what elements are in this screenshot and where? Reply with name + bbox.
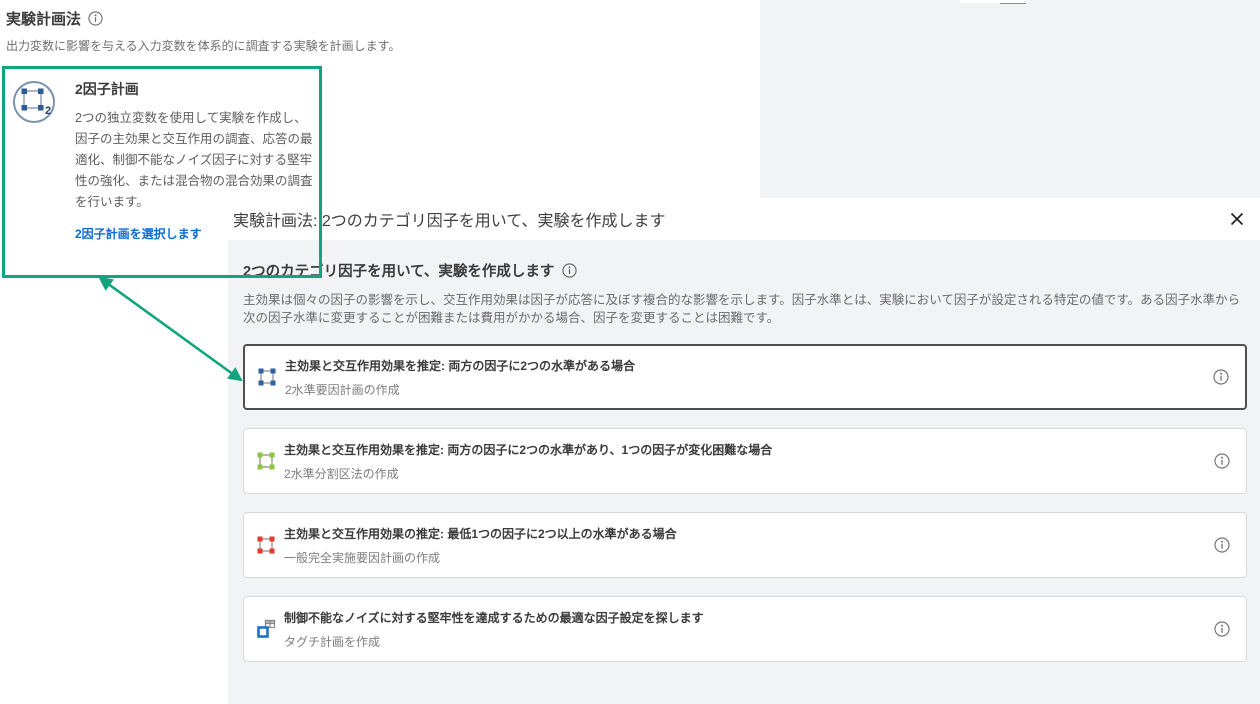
info-icon[interactable] [562, 263, 577, 278]
page-header: 実験計画法 [6, 8, 103, 29]
option-subtitle: 2水準分割区法の作成 [284, 465, 772, 482]
dialog-body: 2つのカテゴリ因子を用いて、実験を作成します 主効果は個々の因子の影響を示し、交… [228, 240, 1260, 704]
option-subtitle: 2水準要因計画の作成 [285, 381, 635, 398]
option-subtitle: タグチ計画を作成 [284, 633, 704, 650]
page-title: 実験計画法 [6, 8, 81, 29]
option-title: 主効果と交互作用効果を推定: 両方の因子に2つの水準がある場合 [285, 357, 635, 374]
background-panel [760, 0, 1260, 198]
close-icon[interactable] [1226, 208, 1248, 230]
dialog-heading: 2つのカテゴリ因子を用いて、実験を作成します [243, 260, 554, 281]
doe-dialog: 実験計画法: 2つのカテゴリ因子を用いて、実験を作成します 2つのカテゴリ因子を… [228, 198, 1260, 704]
general-full-factorial-icon [256, 535, 276, 555]
svg-text:2: 2 [45, 105, 51, 117]
dialog-titlebar: 実験計画法: 2つのカテゴリ因子を用いて、実験を作成します [228, 198, 1260, 240]
app-root: 実験計画法 出力変数に影響を与える入力変数を体系的に調査する実験を計画します。 … [0, 0, 1260, 704]
page-subtitle: 出力変数に影響を与える入力変数を体系的に調査する実験を計画します。 [6, 37, 400, 54]
design-card-title: 2因子計画 [75, 79, 315, 99]
window-edge-line [1000, 3, 1026, 4]
info-icon[interactable] [1214, 621, 1230, 637]
option-split-plot[interactable]: 主効果と交互作用効果を推定: 両方の因子に2つの水準があり、1つの因子が変化困難… [243, 428, 1247, 494]
split-plot-icon [256, 451, 276, 471]
option-subtitle: 一般完全実施要因計画の作成 [284, 549, 677, 566]
dialog-description: 主効果は個々の因子の影響を示し、交互作用効果は因子が応答に及ぼす複合的な影響を示… [243, 292, 1247, 327]
option-two-level-factorial[interactable]: 主効果と交互作用効果を推定: 両方の因子に2つの水準がある場合 2水準要因計画の… [243, 344, 1247, 410]
info-icon[interactable] [1213, 369, 1229, 385]
taguchi-icon [256, 619, 276, 639]
info-icon[interactable] [1214, 537, 1230, 553]
option-title: 主効果と交互作用効果の推定: 最低1つの因子に2つ以上の水準がある場合 [284, 525, 677, 542]
option-general-full-factorial[interactable]: 主効果と交互作用効果の推定: 最低1つの因子に2つ以上の水準がある場合 一般完全… [243, 512, 1247, 578]
info-icon[interactable] [1214, 453, 1230, 469]
select-design-link[interactable]: 2因子計画を選択します [75, 225, 202, 242]
option-title: 制御不能なノイズに対する堅牢性を達成するための最適な因子設定を探します [284, 609, 704, 626]
dialog-title: 実験計画法: 2つのカテゴリ因子を用いて、実験を作成します [233, 207, 666, 231]
info-icon[interactable] [88, 11, 103, 26]
option-taguchi[interactable]: 制御不能なノイズに対する堅牢性を達成するための最適な因子設定を探します タグチ計… [243, 596, 1247, 662]
two-factor-design-icon: 2 [12, 80, 56, 124]
two-level-factorial-icon [257, 367, 277, 387]
option-title: 主効果と交互作用効果を推定: 両方の因子に2つの水準があり、1つの因子が変化困難… [284, 441, 772, 458]
